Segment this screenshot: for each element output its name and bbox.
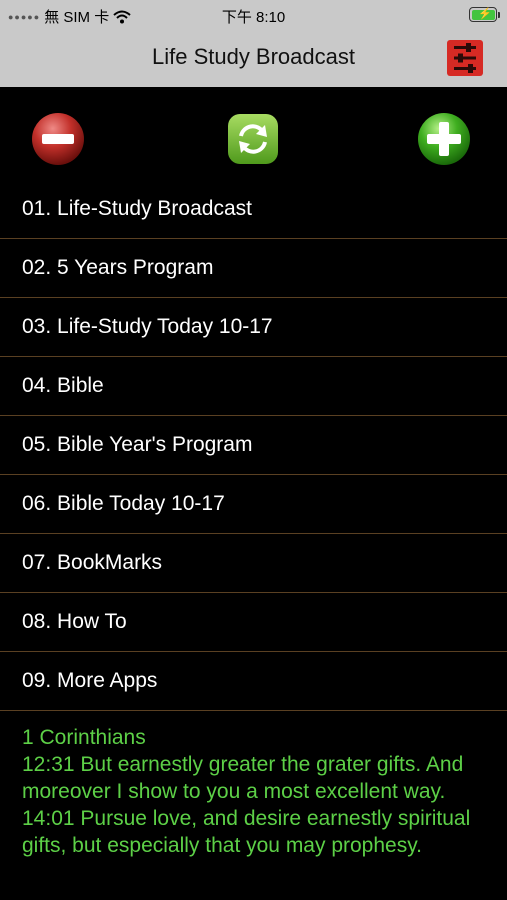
- menu-item-life-study-today[interactable]: 03. Life-Study Today 10-17: [0, 298, 507, 357]
- navigation-bar: Life Study Broadcast: [0, 30, 507, 87]
- minus-circle-icon: [32, 113, 84, 165]
- daily-verse: 1 Corinthians 12:31 But earnestly greate…: [22, 724, 492, 859]
- status-time: 下午 8:10: [221, 9, 286, 26]
- settings-button[interactable]: [447, 40, 483, 76]
- remove-button[interactable]: [30, 111, 86, 167]
- add-button[interactable]: [416, 111, 472, 167]
- action-toolbar: [0, 87, 507, 180]
- menu-item-bible[interactable]: 04. Bible: [0, 357, 507, 416]
- verse-book: 1 Corinthians: [22, 726, 146, 749]
- page-title: Life Study Broadcast: [151, 44, 355, 69]
- menu-item-5-years-program[interactable]: 02. 5 Years Program: [0, 239, 507, 298]
- verse-text-2: 14:01 Pursue love, and desire earnestly …: [22, 807, 471, 857]
- menu-item-how-to[interactable]: 08. How To: [0, 593, 507, 652]
- menu-item-bible-years-program[interactable]: 05. Bible Year's Program: [0, 416, 507, 475]
- verse-text-1: 12:31 But earnestly greater the grater g…: [22, 753, 464, 803]
- menu-item-life-study-broadcast[interactable]: 01. Life-Study Broadcast: [0, 180, 507, 239]
- refresh-button[interactable]: [225, 111, 281, 167]
- refresh-icon: [228, 114, 278, 164]
- status-bar: ●●●●● 無 SIM 卡 下午 8:10 ⚡: [0, 0, 507, 30]
- menu-item-bible-today[interactable]: 06. Bible Today 10-17: [0, 475, 507, 534]
- menu-list: 01. Life-Study Broadcast 02. 5 Years Pro…: [0, 180, 507, 711]
- plus-circle-icon: [418, 113, 470, 165]
- menu-item-bookmarks[interactable]: 07. BookMarks: [0, 534, 507, 593]
- sliders-icon: [454, 43, 476, 73]
- battery-charging-icon: ⚡: [469, 7, 500, 22]
- menu-item-more-apps[interactable]: 09. More Apps: [0, 652, 507, 711]
